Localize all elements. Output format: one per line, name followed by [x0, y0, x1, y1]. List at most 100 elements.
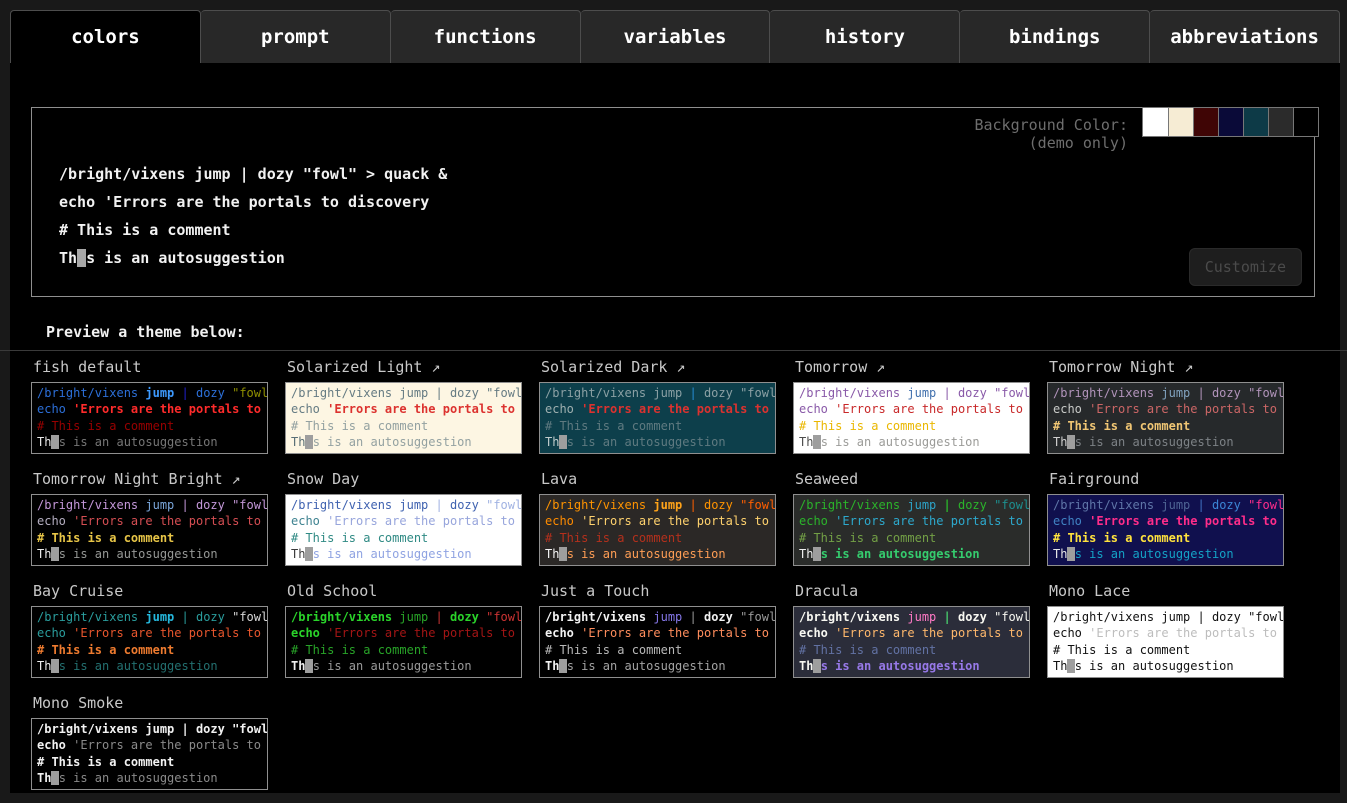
- theme-preview-terminal[interactable]: /bright/vixens jump | dozy "fowl" > quac…: [1047, 494, 1284, 566]
- bg-color-swatch-3[interactable]: [1193, 108, 1218, 136]
- theme-preview-terminal[interactable]: /bright/vixens jump | dozy "fowl" > quac…: [285, 606, 522, 678]
- theme-card-lava[interactable]: Lava/bright/vixens jump | dozy "fowl" > …: [539, 467, 776, 566]
- terminal-line: echo 'Errors are the portals to discover…: [799, 513, 1024, 529]
- theme-preview-terminal[interactable]: /bright/vixens jump | dozy "fowl" > quac…: [31, 606, 268, 678]
- terminal-line: This is an autosuggestion: [545, 434, 770, 450]
- bg-color-swatch-4[interactable]: [1218, 108, 1243, 136]
- theme-title: Dracula: [795, 582, 1030, 600]
- theme-card-fish-default[interactable]: fish default/bright/vixens jump | dozy "…: [31, 355, 268, 454]
- theme-preview-terminal[interactable]: /bright/vixens jump | dozy "fowl" > quac…: [285, 382, 522, 454]
- terminal-line: This is an autosuggestion: [59, 244, 447, 272]
- tab-prompt[interactable]: prompt: [201, 10, 391, 65]
- theme-card-tomorrow[interactable]: Tomorrow ↗/bright/vixens jump | dozy "fo…: [793, 355, 1030, 454]
- theme-title: Bay Cruise: [33, 582, 268, 600]
- theme-card-bay-cruise[interactable]: Bay Cruise/bright/vixens jump | dozy "fo…: [31, 579, 268, 678]
- theme-preview-terminal[interactable]: /bright/vixens jump | dozy "fowl" > quac…: [539, 494, 776, 566]
- tab-variables[interactable]: variables: [581, 10, 771, 65]
- terminal-line: # This is a comment: [799, 642, 1024, 658]
- text-cursor-block: i: [51, 771, 58, 785]
- theme-card-tomorrow-night[interactable]: Tomorrow Night ↗/bright/vixens jump | do…: [1047, 355, 1284, 454]
- divider: [0, 350, 1347, 351]
- terminal-line: /bright/vixens jump | dozy "fowl" > quac…: [291, 609, 516, 625]
- text-cursor-block: i: [813, 547, 820, 561]
- theme-card-mono-lace[interactable]: Mono Lace/bright/vixens jump | dozy "fow…: [1047, 579, 1284, 678]
- text-cursor-block: i: [559, 547, 566, 561]
- theme-preview-terminal[interactable]: /bright/vixens jump | dozy "fowl" > quac…: [31, 718, 268, 790]
- theme-preview-terminal[interactable]: /bright/vixens jump | dozy "fowl" > quac…: [31, 494, 268, 566]
- customize-button[interactable]: Customize: [1189, 248, 1302, 286]
- terminal-line: echo 'Errors are the portals to discover…: [37, 737, 262, 753]
- theme-preview-terminal[interactable]: /bright/vixens jump | dozy "fowl" > quac…: [539, 382, 776, 454]
- theme-card-solarized-light[interactable]: Solarized Light ↗/bright/vixens jump | d…: [285, 355, 522, 454]
- theme-preview-terminal[interactable]: /bright/vixens jump | dozy "fowl" > quac…: [539, 606, 776, 678]
- color-preview-terminal: Background Color: (demo only) /bright/vi…: [31, 107, 1315, 297]
- theme-card-dracula[interactable]: Dracula/bright/vixens jump | dozy "fowl"…: [793, 579, 1030, 678]
- theme-grid: fish default/bright/vixens jump | dozy "…: [31, 355, 1340, 790]
- terminal-line: echo 'Errors are the portals to discover…: [799, 401, 1024, 417]
- terminal-line: /bright/vixens jump | dozy "fowl" > quac…: [37, 721, 262, 737]
- theme-preview-terminal[interactable]: /bright/vixens jump | dozy "fowl" > quac…: [793, 606, 1030, 678]
- theme-preview-terminal[interactable]: /bright/vixens jump | dozy "fowl" > quac…: [285, 494, 522, 566]
- bg-color-swatch-6[interactable]: [1268, 108, 1293, 136]
- terminal-line: This is an autosuggestion: [799, 434, 1024, 450]
- terminal-line: This is an autosuggestion: [37, 770, 262, 786]
- theme-card-mono-smoke[interactable]: Mono Smoke/bright/vixens jump | dozy "fo…: [31, 691, 268, 790]
- bg-color-swatch-5[interactable]: [1243, 108, 1268, 136]
- theme-preview-terminal[interactable]: /bright/vixens jump | dozy "fowl" > quac…: [1047, 382, 1284, 454]
- terminal-line: /bright/vixens jump | dozy "fowl" > quac…: [291, 497, 516, 513]
- theme-preview-terminal[interactable]: /bright/vixens jump | dozy "fowl" > quac…: [793, 382, 1030, 454]
- text-cursor-block: i: [51, 547, 58, 561]
- terminal-line: This is an autosuggestion: [1053, 658, 1278, 674]
- terminal-line: /bright/vixens jump | dozy "fowl" > quac…: [37, 385, 262, 401]
- terminal-line: /bright/vixens jump | dozy "fowl" > quac…: [59, 160, 447, 188]
- bg-color-swatch-7[interactable]: [1293, 108, 1318, 136]
- terminal-line: echo 'Errors are the portals to discover…: [291, 625, 516, 641]
- theme-card-snow-day[interactable]: Snow Day/bright/vixens jump | dozy "fowl…: [285, 467, 522, 566]
- theme-card-tomorrow-night-bright[interactable]: Tomorrow Night Bright ↗ /bright/vixens ju…: [31, 467, 268, 566]
- bg-color-swatch-1[interactable]: [1143, 108, 1168, 136]
- terminal-line: echo 'Errors are the portals to discover…: [1053, 625, 1278, 641]
- theme-title: Seaweed: [795, 470, 1030, 488]
- terminal-line: This is an autosuggestion: [37, 546, 262, 562]
- theme-preview-terminal[interactable]: /bright/vixens jump | dozy "fowl" > quac…: [793, 494, 1030, 566]
- theme-title: fish default: [33, 358, 268, 376]
- text-cursor-block: i: [559, 659, 566, 673]
- bg-color-swatch-2[interactable]: [1168, 108, 1193, 136]
- terminal-line: # This is a comment: [545, 642, 770, 658]
- terminal-line: echo 'Errors are the portals to discover…: [799, 625, 1024, 641]
- terminal-line: # This is a comment: [1053, 418, 1278, 434]
- terminal-line: # This is a comment: [799, 530, 1024, 546]
- terminal-line: # This is a comment: [545, 418, 770, 434]
- theme-title: Snow Day: [287, 470, 522, 488]
- tab-colors[interactable]: colors: [10, 10, 201, 65]
- tab-history[interactable]: history: [770, 10, 960, 65]
- theme-card-solarized-dark[interactable]: Solarized Dark ↗/bright/vixens jump | do…: [539, 355, 776, 454]
- background-color-label: Background Color: (demo only): [974, 116, 1128, 152]
- theme-card-seaweed[interactable]: Seaweed/bright/vixens jump | dozy "fowl"…: [793, 467, 1030, 566]
- terminal-line: # This is a comment: [59, 216, 447, 244]
- tab-bindings[interactable]: bindings: [960, 10, 1150, 65]
- terminal-line: # This is a comment: [1053, 642, 1278, 658]
- tab-functions[interactable]: functions: [391, 10, 581, 65]
- theme-title: Tomorrow Night Bright ↗: [33, 470, 268, 488]
- terminal-line: This is an autosuggestion: [37, 434, 262, 450]
- theme-card-just-a-touch[interactable]: Just a Touch/bright/vixens jump | dozy "…: [539, 579, 776, 678]
- terminal-line: echo 'Errors are the portals to discover…: [1053, 513, 1278, 529]
- theme-card-old-school[interactable]: Old School/bright/vixens jump | dozy "fo…: [285, 579, 522, 678]
- theme-preview-terminal[interactable]: /bright/vixens jump | dozy "fowl" > quac…: [31, 382, 268, 454]
- terminal-sample-text: /bright/vixens jump | dozy "fowl" > quac…: [59, 160, 447, 272]
- text-cursor-block: i: [1067, 659, 1074, 673]
- tab-abbreviations[interactable]: abbreviations: [1150, 10, 1340, 65]
- text-cursor-block: i: [1067, 547, 1074, 561]
- theme-title: Old School: [287, 582, 522, 600]
- theme-preview-terminal[interactable]: /bright/vixens jump | dozy "fowl" > quac…: [1047, 606, 1284, 678]
- terminal-line: /bright/vixens jump | dozy "fowl" > quac…: [799, 385, 1024, 401]
- terminal-line: echo 'Errors are the portals to discover…: [37, 513, 262, 529]
- terminal-line: This is an autosuggestion: [545, 546, 770, 562]
- terminal-line: echo 'Errors are the portals to discover…: [545, 513, 770, 529]
- terminal-line: This is an autosuggestion: [291, 434, 516, 450]
- theme-card-fairground[interactable]: Fairground/bright/vixens jump | dozy "fo…: [1047, 467, 1284, 566]
- text-cursor-block: i: [51, 435, 58, 449]
- terminal-line: # This is a comment: [291, 642, 516, 658]
- theme-title: Lava: [541, 470, 776, 488]
